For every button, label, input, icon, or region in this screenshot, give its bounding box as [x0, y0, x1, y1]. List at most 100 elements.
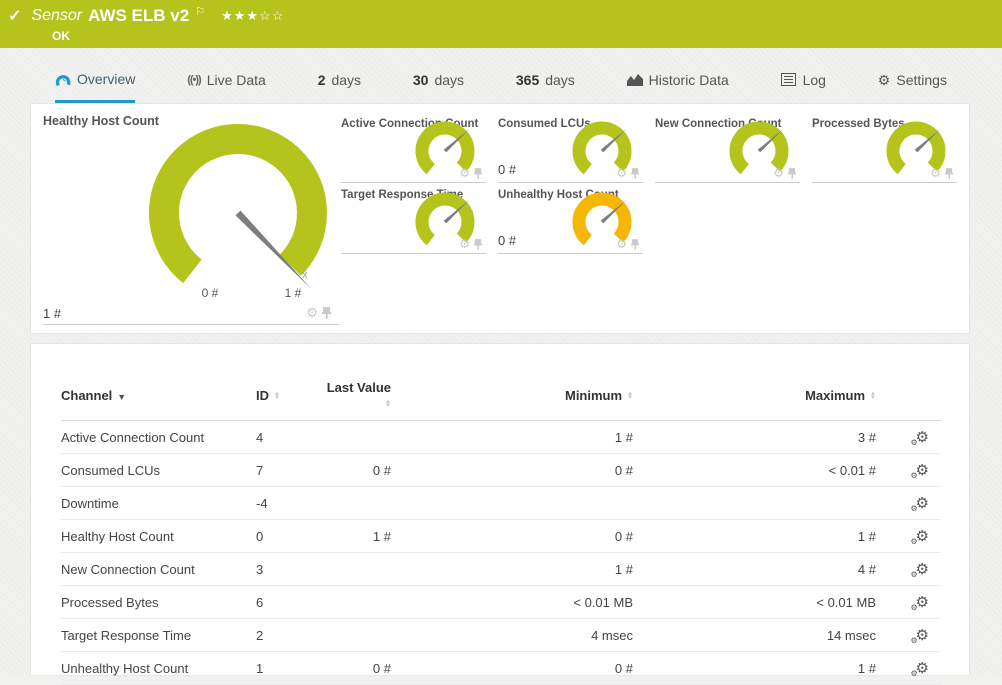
tab-settings[interactable]: ⚙ Settings [878, 66, 947, 103]
column-label: Maximum [805, 387, 866, 403]
cell-maximum: < 0.01 MB [633, 585, 876, 619]
tab-label: days [545, 72, 575, 88]
channel-settings-icon: ⚙ ⚙ [910, 461, 929, 480]
tab-label: Historic Data [648, 72, 729, 88]
tab-log[interactable]: Log [780, 66, 826, 103]
cell-id: 4 [256, 420, 321, 454]
column-header-channel[interactable]: Channel ▼ [61, 372, 256, 421]
cell-id: 3 [256, 552, 321, 586]
channel-settings-button[interactable]: ⚙ ⚙ [876, 651, 941, 685]
cell-minimum: 0 # [391, 651, 633, 685]
tab-label: Live Data [206, 72, 266, 88]
channel-settings-button[interactable]: ⚙ ⚙ [876, 585, 941, 619]
pin-icon[interactable] [631, 238, 639, 250]
cell-channel[interactable]: Unhealthy Host Count [61, 651, 256, 685]
gauge-value: 0 # [498, 162, 517, 177]
live-signal-icon: ((•)) [187, 74, 201, 86]
column-header-id[interactable]: ID ▲ ▼ [256, 372, 321, 421]
gauge-min-label: 0 # [201, 286, 219, 300]
table-row[interactable]: Unhealthy Host Count 1 0 # 0 # 1 # ⚙ ⚙ [61, 651, 941, 685]
cell-id: 0 [256, 519, 321, 553]
channel-settings-icon: ⚙ ⚙ [910, 560, 929, 579]
gear-icon[interactable]: ⚙ [306, 305, 318, 321]
pin-icon[interactable] [474, 167, 482, 179]
channels-table: Channel ▼ ID ▲ ▼ Last Value ▲ ▼ Minimum ▲ ▼ Max… [61, 372, 941, 685]
cell-channel[interactable]: Downtime [61, 486, 256, 520]
gear-icon[interactable]: ⚙ [616, 237, 627, 251]
cell-minimum: 0 # [391, 453, 633, 487]
pin-icon[interactable] [474, 238, 482, 250]
channel-settings-button[interactable]: ⚙ ⚙ [876, 552, 941, 586]
small-gauges-grid: Active Connection Count ⚙ Consumed LCUs [341, 112, 957, 254]
gauge-mean-marker: x̄ [302, 269, 308, 281]
cell-id: 1 [256, 651, 321, 685]
tab-number: 30 [412, 72, 429, 88]
cell-channel[interactable]: New Connection Count [61, 552, 256, 586]
cell-channel[interactable]: Target Response Time [61, 618, 256, 652]
tab-365-days[interactable]: 365 days [516, 66, 575, 103]
cell-channel[interactable]: Active Connection Count [61, 420, 256, 454]
sort-desc-icon: ▼ [117, 391, 127, 402]
cell-last-value: 0 # [321, 651, 391, 685]
cell-id: 2 [256, 618, 321, 652]
channel-settings-icon: ⚙ ⚙ [910, 626, 929, 645]
cell-id: -4 [256, 486, 321, 520]
column-header-maximum[interactable]: Maximum ▲ ▼ [633, 372, 876, 421]
cell-maximum: 1 # [633, 519, 876, 553]
cell-minimum: 4 msec [391, 618, 633, 652]
primary-gauge-card: Healthy Host Count 0 # 1 # x̄ 1 # ⚙ [43, 104, 339, 325]
column-label: Minimum [564, 387, 623, 403]
table-row[interactable]: Downtime -4 ⚙ ⚙ [61, 486, 941, 520]
flag-icon[interactable]: ⚐ [195, 5, 205, 18]
primary-gauge [149, 124, 327, 290]
table-row[interactable]: Target Response Time 2 4 msec 14 msec ⚙ ⚙ [61, 618, 941, 652]
tab-label: days [434, 72, 465, 88]
channel-settings-button[interactable]: ⚙ ⚙ [876, 420, 941, 454]
gauges-panel: Healthy Host Count 0 # 1 # x̄ 1 # ⚙ Acti… [30, 103, 970, 334]
table-row[interactable]: Consumed LCUs 7 0 # 0 # < 0.01 # ⚙ ⚙ [61, 453, 941, 487]
gear-icon[interactable]: ⚙ [930, 166, 941, 180]
table-row[interactable]: Processed Bytes 6 < 0.01 MB < 0.01 MB ⚙ ⚙ [61, 585, 941, 619]
channel-settings-button[interactable]: ⚙ ⚙ [876, 519, 941, 553]
cell-last-value: 0 # [321, 453, 391, 487]
table-row[interactable]: Active Connection Count 4 1 # 3 # ⚙ ⚙ [61, 420, 941, 454]
status-check-icon: ✓ [8, 8, 22, 25]
priority-stars[interactable]: ★★★☆☆ [221, 8, 284, 24]
tab-number: 365 [515, 72, 540, 88]
cell-channel[interactable]: Healthy Host Count [61, 519, 256, 553]
tab-2-days[interactable]: 2 days [318, 66, 361, 103]
cell-last-value [321, 585, 391, 619]
tab-overview[interactable]: Overview [55, 66, 136, 103]
tab-live-data[interactable]: ((•)) Live Data [187, 66, 266, 103]
gear-icon[interactable]: ⚙ [616, 166, 627, 180]
sensor-status-header: ✓ Sensor AWS ELB v2 ⚐ ★★★☆☆ OK [0, 0, 1002, 48]
gear-icon[interactable]: ⚙ [459, 237, 470, 251]
column-label: ID [256, 387, 269, 403]
tab-30-days[interactable]: 30 days [413, 66, 464, 103]
table-row[interactable]: Healthy Host Count 0 1 # 0 # 1 # ⚙ ⚙ [61, 519, 941, 553]
tab-historic-data[interactable]: Historic Data [626, 66, 729, 103]
pin-icon[interactable] [945, 167, 953, 179]
channel-settings-button[interactable]: ⚙ ⚙ [876, 486, 941, 520]
cell-id: 6 [256, 585, 321, 619]
gauge-value: 1 # [43, 306, 62, 321]
channel-settings-icon: ⚙ ⚙ [910, 428, 929, 447]
cell-channel[interactable]: Consumed LCUs [61, 453, 256, 487]
column-header-minimum[interactable]: Minimum ▲ ▼ [391, 372, 633, 421]
gear-icon[interactable]: ⚙ [459, 166, 470, 180]
column-header-last-value[interactable]: Last Value ▲ ▼ [321, 372, 391, 421]
channel-settings-button[interactable]: ⚙ ⚙ [876, 453, 941, 487]
cell-maximum: 1 # [633, 651, 876, 685]
gear-icon[interactable]: ⚙ [773, 166, 784, 180]
channel-settings-icon: ⚙ ⚙ [910, 527, 929, 546]
pin-icon[interactable] [322, 307, 331, 319]
pin-icon[interactable] [788, 167, 796, 179]
column-label: Last Value [326, 380, 391, 395]
pin-icon[interactable] [631, 167, 639, 179]
cell-channel[interactable]: Processed Bytes [61, 585, 256, 619]
channel-settings-icon: ⚙ ⚙ [910, 593, 929, 612]
cell-last-value [321, 552, 391, 586]
table-row[interactable]: New Connection Count 3 1 # 4 # ⚙ ⚙ [61, 552, 941, 586]
channel-settings-icon: ⚙ ⚙ [910, 659, 929, 678]
channel-settings-button[interactable]: ⚙ ⚙ [876, 618, 941, 652]
